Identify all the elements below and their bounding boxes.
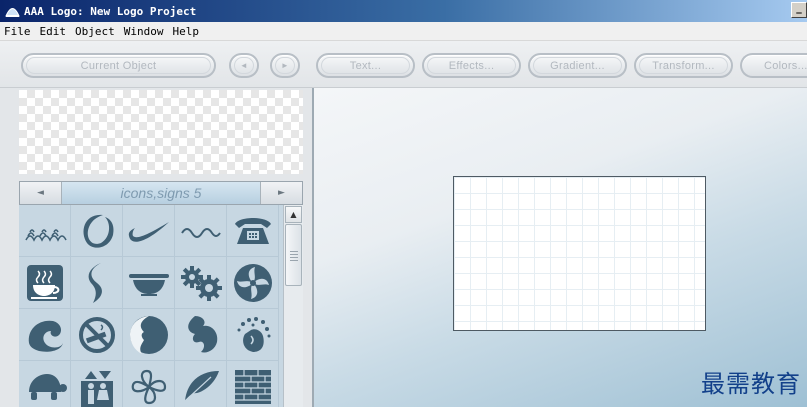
waves-icon[interactable] [19,205,71,257]
gradient-button-label: Gradient... [550,59,605,72]
menu-edit[interactable]: Edit [40,25,67,38]
scroll-thumb[interactable] [285,224,302,286]
library-prev-button[interactable]: ◄ [20,182,62,204]
moon-face-icon[interactable] [123,309,175,361]
hot-coffee-icon[interactable] [19,257,71,309]
library-next-button[interactable]: ► [260,182,302,204]
logo-canvas[interactable] [453,176,706,331]
spiral-wave-icon[interactable] [19,309,71,361]
menu-bar: File Edit Object Window Help [0,22,807,41]
scroll-up-button[interactable]: ▲ [285,206,302,223]
menu-window[interactable]: Window [124,25,164,38]
window-title: AAA Logo: New Logo Project [24,4,197,18]
menu-file[interactable]: File [4,25,31,38]
previous-object-button[interactable]: ◄ [229,53,259,78]
colors-button[interactable]: Colors... [740,53,807,78]
globe-icon[interactable] [175,309,227,361]
canvas-area[interactable]: 最需教育 [312,88,807,407]
object-preview [19,90,303,174]
arrow-up-icon: ▲ [290,210,297,219]
transform-button[interactable]: Transform... [634,53,733,78]
effects-button[interactable]: Effects... [422,53,521,78]
next-object-button[interactable]: ► [270,53,300,78]
current-object-label: Current Object [80,59,157,72]
text-button[interactable]: Text... [316,53,415,78]
wave-line-icon[interactable] [175,205,227,257]
s-curve-icon[interactable] [71,257,123,309]
minimize-button[interactable]: _ [791,2,807,18]
object-library-panel: ◄ icons,signs 5 ► ▲ [0,88,312,407]
hand-print-icon[interactable] [227,309,279,361]
turtle-icon[interactable] [19,361,71,407]
feather-icon[interactable] [175,361,227,407]
watermark-text: 最需教育 [701,370,801,398]
previous-arrow-icon: ◄ [239,61,249,70]
icon-grid [19,205,283,407]
brick-wall-icon[interactable] [227,361,279,407]
gears-icon[interactable] [175,257,227,309]
bowl-icon[interactable] [123,257,175,309]
colors-button-label: Colors... [764,59,807,72]
gradient-button[interactable]: Gradient... [528,53,627,78]
title-bar: AAA Logo: New Logo Project _ [0,0,807,22]
library-title: icons,signs 5 [62,182,260,204]
app-logo-icon [4,4,20,18]
icon-grid-scrollbar[interactable]: ▲ [283,205,303,407]
telephone-icon[interactable] [227,205,279,257]
text-button-label: Text... [349,59,382,72]
fan-icon[interactable] [227,257,279,309]
chevron-left-icon: ◄ [37,188,44,198]
elevator-people-icon[interactable] [71,361,123,407]
clover-icon[interactable] [123,361,175,407]
library-header: ◄ icons,signs 5 ► [19,181,303,205]
next-arrow-icon: ► [280,61,290,70]
no-smoking-icon[interactable] [71,309,123,361]
menu-object[interactable]: Object [75,25,115,38]
swoosh-icon[interactable] [123,205,175,257]
chevron-right-icon: ► [278,188,285,198]
toolbar: Current Object ◄ ► Text... Effects... Gr… [0,41,807,88]
menu-help[interactable]: Help [173,25,200,38]
current-object-button[interactable]: Current Object [21,53,216,78]
transform-button-label: Transform... [652,59,715,72]
effects-button-label: Effects... [448,59,495,72]
ring-icon[interactable] [71,205,123,257]
